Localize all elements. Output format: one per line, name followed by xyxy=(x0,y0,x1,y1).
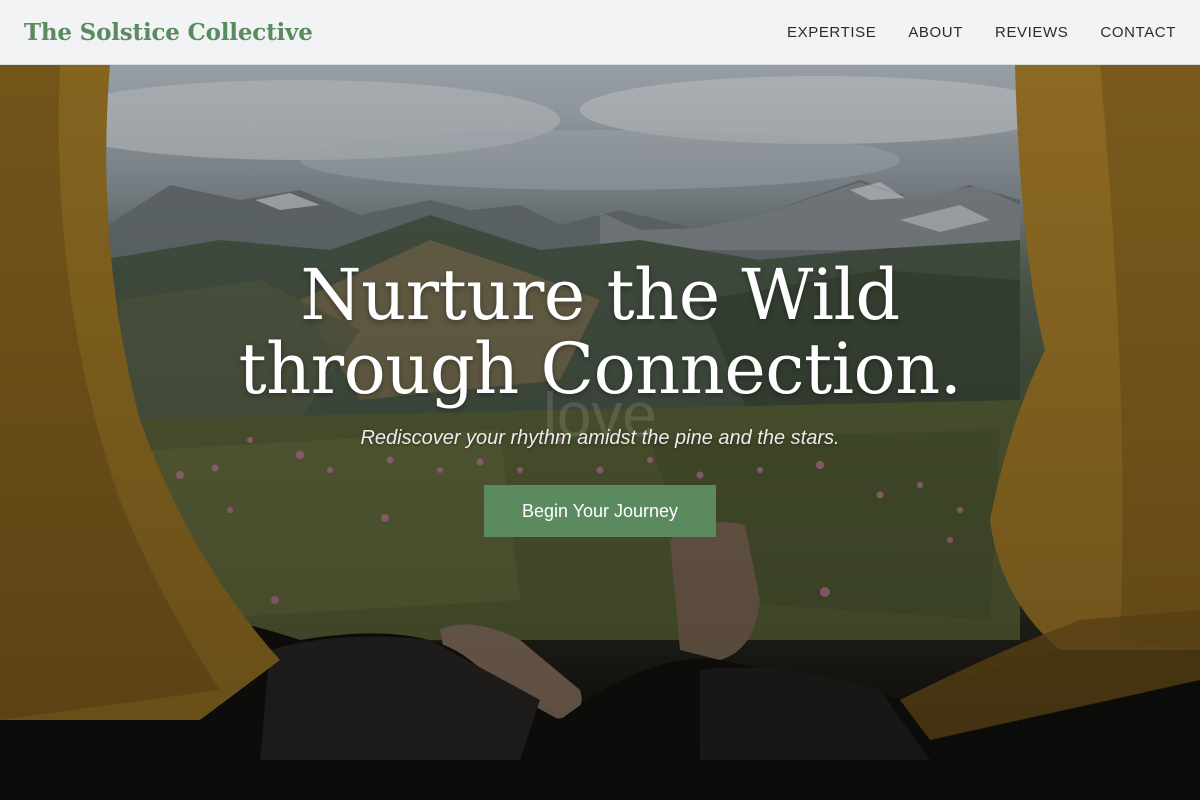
nav-link-contact[interactable]: CONTACT xyxy=(1100,24,1176,41)
top-navbar: The Solstice Collective EXPERTISE ABOUT … xyxy=(0,0,1200,65)
nav-link-expertise[interactable]: EXPERTISE xyxy=(787,24,876,41)
hero-title: Nurture the Wild through Connection. xyxy=(238,254,962,410)
nav-links: EXPERTISE ABOUT REVIEWS CONTACT xyxy=(755,24,1176,41)
brand-logo-link[interactable]: The Solstice Collective xyxy=(24,19,313,46)
begin-journey-button[interactable]: Begin Your Journey xyxy=(484,485,716,537)
hero-content: love Nurture the Wild through Connection… xyxy=(0,258,1200,537)
nav-link-about[interactable]: ABOUT xyxy=(908,24,963,41)
hero-subtitle: Rediscover your rhythm amidst the pine a… xyxy=(360,427,840,449)
nav-link-reviews[interactable]: REVIEWS xyxy=(995,24,1068,41)
